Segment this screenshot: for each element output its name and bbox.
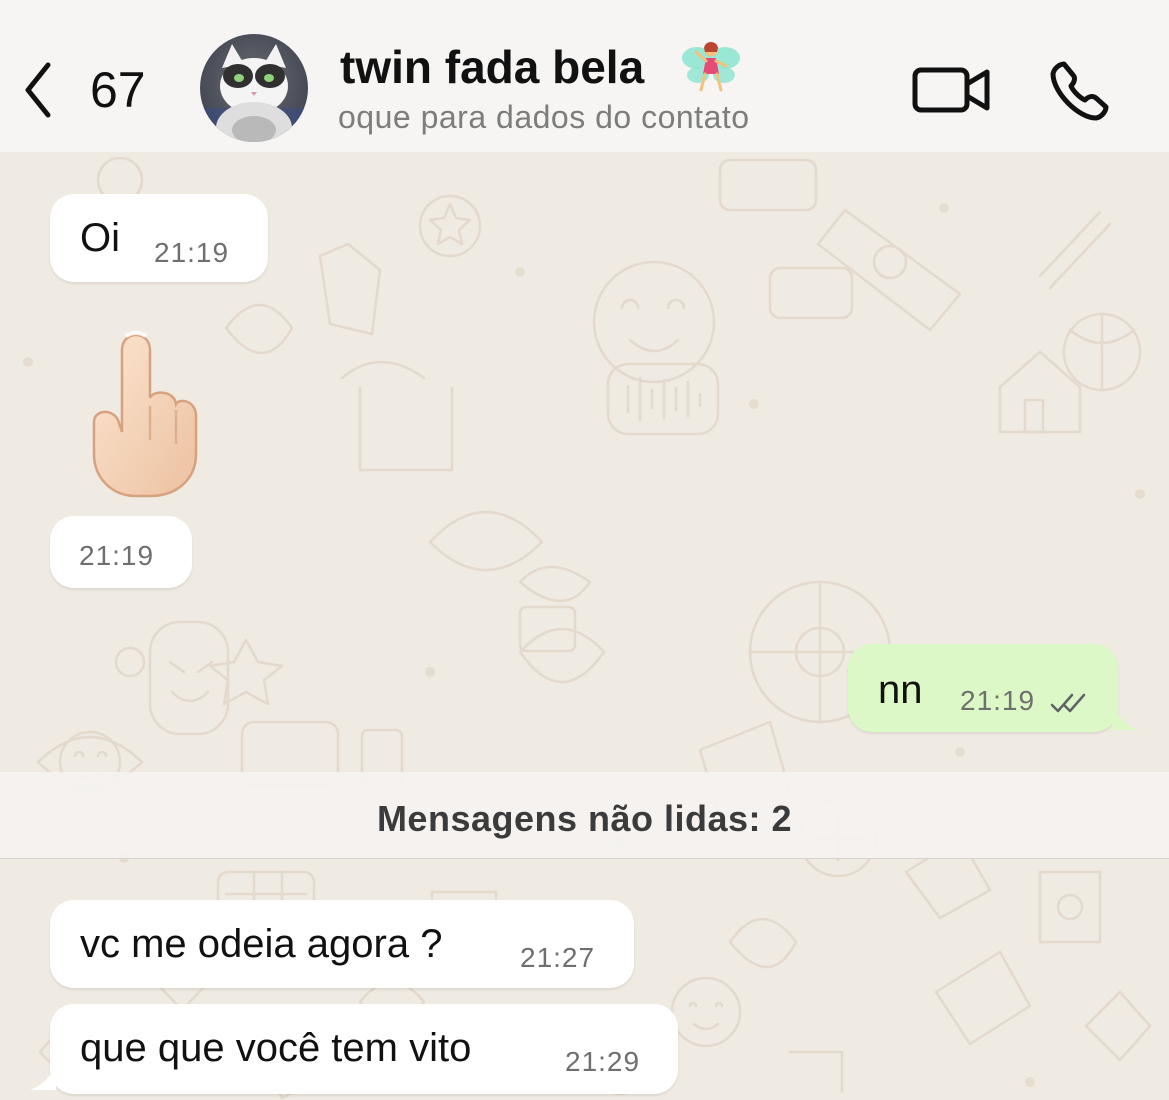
unread-messages-banner: Mensagens não lidas: 2 [0, 772, 1169, 859]
message-text: Oi [80, 216, 120, 260]
phone-call-icon[interactable] [1046, 58, 1112, 124]
unread-count: 67 [90, 62, 146, 118]
chat-header: 67 twin fada bela oque para dados do con… [0, 0, 1169, 152]
message-text: vc me odeia agora ? [80, 922, 443, 966]
chat-area[interactable]: Oi 21:19 21:19 nn 21:19 Mensagens não li… [0, 152, 1169, 1100]
message-text: nn [878, 668, 923, 712]
message-bubble[interactable]: que que você tem vito 21:29 [50, 1004, 678, 1094]
message-time: 21:27 [520, 942, 596, 973]
message-time: 21:19 [960, 685, 1036, 716]
back-chevron-icon [25, 62, 51, 118]
fairy-icon [682, 42, 740, 92]
message-text: que que você tem vito [80, 1026, 472, 1070]
message-bubble[interactable]: Oi 21:19 [50, 194, 268, 282]
contact-info-subtitle[interactable]: oque para dados do contato [338, 98, 808, 136]
double-check-icon [1050, 693, 1086, 713]
chat-screen: 67 twin fada bela oque para dados do con… [0, 0, 1169, 1100]
contact-name[interactable]: twin fada bela [340, 44, 644, 90]
message-time: 21:19 [79, 540, 155, 571]
message-bubble[interactable]: nn 21:19 [848, 644, 1118, 732]
middle-finger-emoji[interactable] [78, 322, 208, 512]
message-time: 21:19 [154, 237, 230, 268]
contact-avatar[interactable] [200, 34, 308, 142]
message-time: 21:29 [565, 1046, 641, 1077]
back-button[interactable]: 67 [18, 52, 168, 128]
outgoing-bubble-tail [1112, 706, 1138, 730]
message-bubble[interactable]: 21:19 [50, 516, 192, 588]
incoming-bubble-tail [30, 1066, 56, 1090]
unread-messages-label: Mensagens não lidas: 2 [376, 798, 793, 839]
video-call-icon[interactable] [910, 62, 992, 118]
message-bubble[interactable]: vc me odeia agora ? 21:27 [50, 900, 634, 988]
